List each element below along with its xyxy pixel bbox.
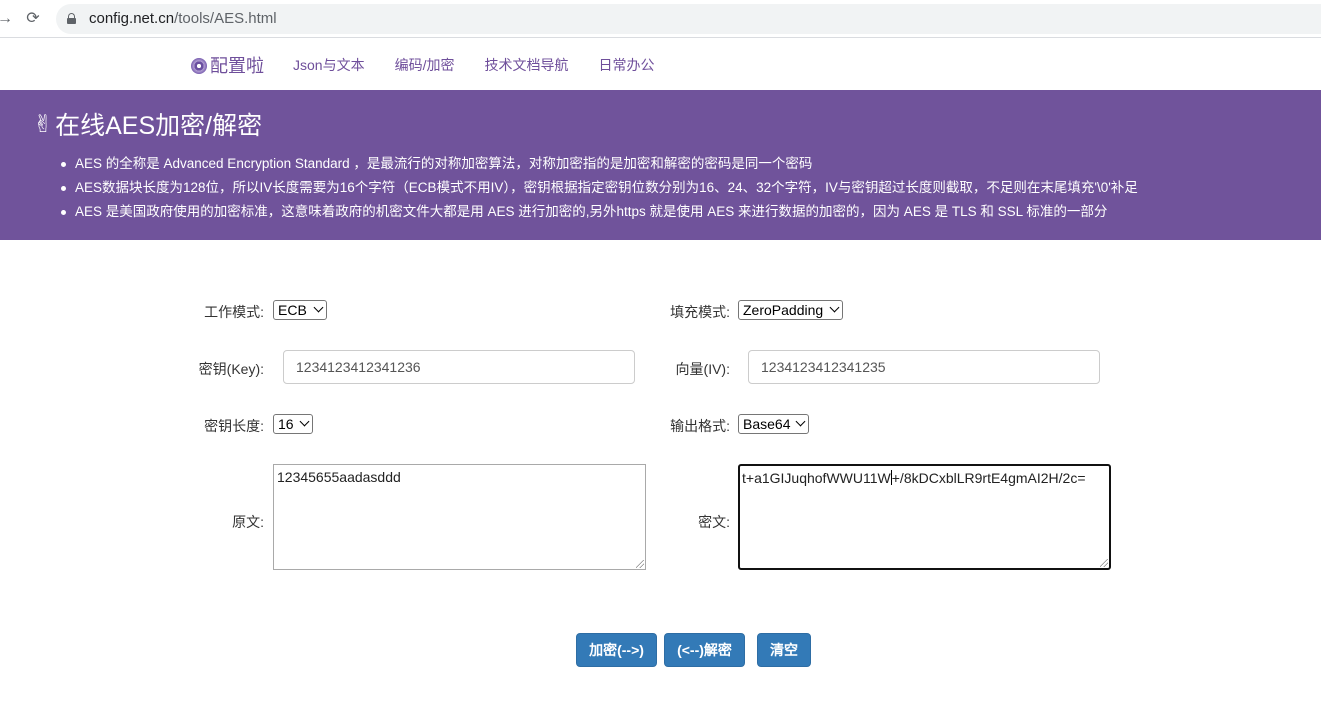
plaintext-value: 12345655aadasddd (277, 469, 401, 485)
intro-item: AES 的全称是 Advanced Encryption Standard ，是… (61, 152, 1138, 176)
decrypt-button[interactable]: (<--)解密 (664, 633, 745, 667)
ciphertext-textarea[interactable]: t+a1GIJuqhofWWU11W+/8kDCxblLR9rtE4gmAI2H… (738, 464, 1111, 570)
output-select[interactable]: Base64 (738, 414, 809, 434)
resize-grip-icon[interactable] (636, 560, 644, 568)
brand-logo-icon (191, 57, 207, 74)
encrypt-button[interactable]: 加密(-->) (576, 633, 657, 667)
chevron-down-icon (829, 302, 840, 313)
chevron-down-icon (795, 416, 806, 427)
iv-label: 向量(IV): (675, 361, 730, 377)
nav-link-docs[interactable]: 技术文档导航 (484, 55, 568, 75)
chevron-down-icon (313, 302, 324, 313)
forward-icon[interactable]: → (0, 8, 16, 30)
output-select-value: Base64 (743, 416, 791, 432)
hero-banner: ✌ 在线AES加密/解密 AES 的全称是 Advanced Encryptio… (0, 90, 1321, 240)
mode-select-value: ECB (278, 302, 307, 318)
nav-link-json[interactable]: Json与文本 (293, 55, 365, 75)
site-navbar: 配置啦 Json与文本 编码/加密 技术文档导航 日常办公 (0, 38, 1321, 89)
brand-name: 配置啦 (210, 56, 264, 76)
brand-link[interactable]: 配置啦 (191, 52, 264, 78)
url-text: config.net.cn/tools/AES.html (89, 10, 277, 27)
cipher-label: 密文: (698, 514, 730, 530)
nav-link-office[interactable]: 日常办公 (598, 55, 654, 75)
page-title-text: 在线AES加密/解密 (55, 112, 263, 140)
url-host: config.net.cn (89, 10, 175, 27)
ciphertext-value-end: +/8kDCxblLR9rtE4gmAI2H/2c= (891, 470, 1086, 486)
keylen-select-value: 16 (278, 416, 294, 432)
page-title: ✌ 在线AES加密/解密 (33, 106, 262, 142)
intro-list: AES 的全称是 Advanced Encryption Standard ，是… (61, 152, 1138, 224)
clear-button[interactable]: 清空 (757, 633, 811, 667)
padding-select[interactable]: ZeroPadding (738, 300, 843, 320)
key-label: 密钥(Key): (198, 361, 264, 377)
padding-select-value: ZeroPadding (743, 302, 824, 318)
output-label: 输出格式: (670, 418, 730, 434)
ciphertext-value-start: t+a1GIJuqhofWWU11W (742, 470, 891, 486)
aes-form: 工作模式: ECB 填充模式: ZeroPadding 密钥(Key): 123… (0, 240, 1321, 707)
address-bar[interactable]: config.net.cn/tools/AES.html (56, 4, 1321, 34)
keylen-select[interactable]: 16 (273, 414, 313, 434)
nav-link-encode[interactable]: 编码/加密 (395, 55, 455, 75)
iv-input[interactable]: 1234123412341235 (748, 350, 1100, 384)
resize-grip-icon[interactable] (1100, 559, 1108, 567)
mode-label: 工作模式: (204, 304, 264, 320)
plain-label: 原文: (232, 514, 264, 530)
plaintext-textarea[interactable]: 12345655aadasddd (273, 464, 646, 570)
intro-item: AES 是美国政府使用的加密标准，这意味着政府的机密文件大都是用 AES 进行加… (61, 200, 1138, 224)
padding-label: 填充模式: (670, 304, 730, 320)
reload-icon[interactable]: ⟳ (22, 8, 44, 30)
lock-icon[interactable] (67, 13, 76, 24)
mode-select[interactable]: ECB (273, 300, 327, 320)
chevron-down-icon (299, 416, 310, 427)
url-path: /tools/AES.html (174, 10, 277, 27)
nav-links: Json与文本 编码/加密 技术文档导航 日常办公 (293, 55, 684, 75)
victory-hand-icon: ✌ (33, 110, 54, 138)
key-input[interactable]: 1234123412341236 (283, 350, 635, 384)
browser-toolbar: → ⟳ config.net.cn/tools/AES.html (0, 0, 1321, 38)
intro-item: AES数据块长度为128位，所以IV长度需要为16个字符（ECB模式不用IV），… (61, 176, 1138, 200)
keylen-label: 密钥长度: (204, 418, 264, 434)
